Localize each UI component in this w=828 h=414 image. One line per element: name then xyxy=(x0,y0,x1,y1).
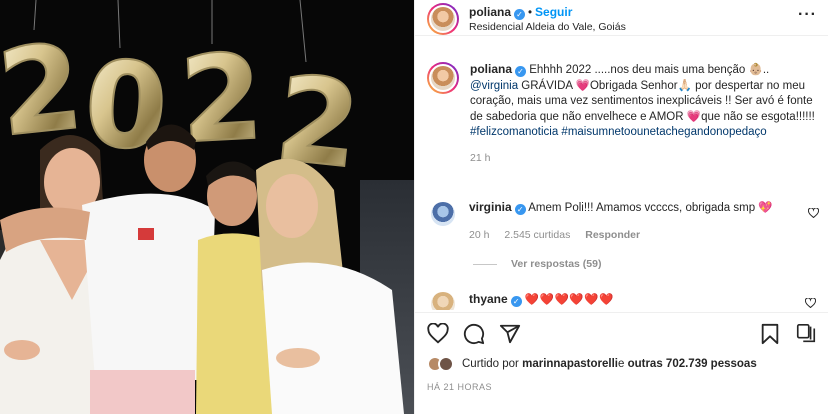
post-caption: poliana ✓ Ehhhh 2022 .....nos deu mais um… xyxy=(427,62,819,166)
commenter-username-2[interactable]: thyane xyxy=(469,292,508,306)
view-replies-label: Ver respostas (59) xyxy=(511,258,602,270)
commenter-avatar-2[interactable] xyxy=(429,290,457,310)
likes-middle: e xyxy=(617,358,625,370)
commenter-username[interactable]: virginia xyxy=(469,200,512,214)
hashtag-felizcomanoticia[interactable]: #felizcomanoticia xyxy=(470,126,558,138)
view-replies-link[interactable]: Ver respostas (59) xyxy=(473,258,601,270)
comment-row: virginia ✓ Amem Poli!!! Amamos vccccs, ob… xyxy=(427,200,819,243)
caption-part4: que não se esgota!!!!!! xyxy=(701,110,815,123)
post-side-panel: poliana ✓ • Seguir Residencial Aldeia do Va… xyxy=(414,0,828,414)
separator-dot: • xyxy=(528,7,533,19)
pink-heart-emoji: 💗 xyxy=(575,79,590,92)
verified-icon: ✓ xyxy=(510,296,522,307)
comment-body-2: thyane ✓ ❤️❤️❤️❤️❤️❤️ xyxy=(469,290,614,310)
comment-heart-icon[interactable] xyxy=(808,208,819,218)
reply-button[interactable]: Responder xyxy=(585,229,640,241)
liked-by-user[interactable]: marinnapastorelli xyxy=(522,358,618,370)
comment-likes[interactable]: 2.545 curtidas xyxy=(504,229,570,241)
post-timestamp[interactable]: HÁ 21 HORAS xyxy=(427,382,492,392)
pink-heart-emoji: 💖 xyxy=(758,202,773,214)
caption-username[interactable]: poliana xyxy=(470,62,512,76)
share-icon[interactable] xyxy=(499,323,521,345)
author-username[interactable]: poliana xyxy=(469,5,511,19)
liked-by-avatars[interactable] xyxy=(427,356,454,372)
likes-summary: Curtido por marinnapastorelli e outras 7… xyxy=(427,356,757,372)
comment-heart-icon-2[interactable] xyxy=(805,298,816,308)
photo-illustration: 2 0 2 2 xyxy=(0,0,414,414)
header-meta: poliana ✓ • Seguir Residencial Aldeia do Va… xyxy=(469,5,626,34)
author-avatar[interactable] xyxy=(427,2,459,35)
follow-button[interactable]: Seguir xyxy=(535,5,572,19)
heart-icon[interactable] xyxy=(427,322,449,345)
liked-by-others[interactable]: outras 702.739 pessoas xyxy=(628,358,757,370)
verified-icon: ✓ xyxy=(515,66,527,77)
comment-row-2: thyane ✓ ❤️❤️❤️❤️❤️❤️ xyxy=(427,290,819,310)
comment-icon[interactable] xyxy=(463,323,485,345)
caption-part1: Ehhhh 2022 .....nos deu mais uma benção … xyxy=(529,64,770,76)
caption-part2: GRÁVIDA xyxy=(518,79,576,92)
pink-heart-emoji: 💗 xyxy=(686,110,702,123)
bookmark-icon[interactable] xyxy=(759,323,781,345)
commenter-avatar[interactable] xyxy=(429,200,457,228)
hashtag-maisumneto[interactable]: #maisumnetoounetachegandonopedaço xyxy=(561,126,766,138)
post-header: poliana ✓ • Seguir Residencial Aldeia do Va… xyxy=(415,0,828,36)
more-options-icon[interactable]: ··· xyxy=(798,7,817,23)
replies-divider xyxy=(473,263,497,265)
comment-age: 20 h xyxy=(469,229,490,241)
likes-prefix: Curtido por xyxy=(462,358,519,370)
verified-icon: ✓ xyxy=(514,204,526,215)
carousel-icon[interactable] xyxy=(795,323,817,345)
instagram-post: 2 0 2 2 poliana ✓ • Seguir Residencial A… xyxy=(0,0,828,414)
caption-age: 21 h xyxy=(470,151,491,164)
comment-meta: 20 h 2.545 curtidas Responder xyxy=(469,228,773,243)
verified-icon: ✓ xyxy=(514,9,526,20)
comment-body: virginia ✓ Amem Poli!!! Amamos vccccs, ob… xyxy=(469,200,773,243)
caption-avatar[interactable] xyxy=(427,62,459,94)
caption-mention[interactable]: @virginia xyxy=(470,80,518,92)
comment-text: Amem Poli!!! Amamos vccccs, obrigada smp xyxy=(528,202,759,214)
post-location[interactable]: Residencial Aldeia do Vale, Goiás xyxy=(469,20,626,34)
caption-text: poliana ✓ Ehhhh 2022 .....nos deu mais um… xyxy=(470,62,819,166)
action-bar xyxy=(415,312,828,354)
comment-text-2: ❤️❤️❤️❤️❤️❤️ xyxy=(524,294,614,306)
post-photo[interactable]: 2 0 2 2 xyxy=(0,0,414,414)
